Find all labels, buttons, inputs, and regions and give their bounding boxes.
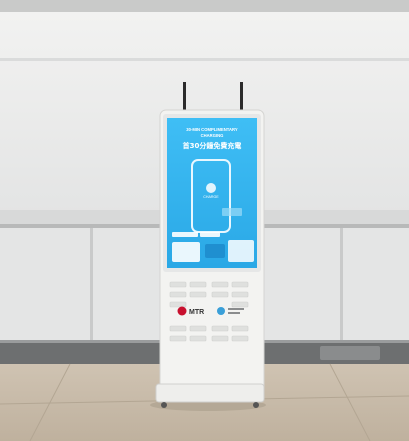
screen-badge xyxy=(205,244,225,258)
mtr-logo-icon xyxy=(177,306,187,316)
screen-info-box xyxy=(222,208,242,216)
headline-en-2: CHARGING xyxy=(201,133,224,138)
mtr-brand: MTR xyxy=(189,309,204,316)
headline-zh: 首30分鐘免費充電 xyxy=(183,141,242,150)
panel-divider xyxy=(90,228,93,346)
screen-info-panel xyxy=(228,240,254,262)
antenna-left xyxy=(183,82,186,112)
partner-logo-text xyxy=(228,308,244,310)
screen-info-pill xyxy=(200,232,220,237)
screen-info-pill xyxy=(172,232,198,237)
partner-logo-text xyxy=(228,312,240,314)
caster-wheel xyxy=(161,402,167,408)
caster-wheel xyxy=(253,402,259,408)
charge-icon xyxy=(206,183,216,193)
photo-scene: 30-MIN COMPLIMENTARY CHARGING 首30分鐘免費充電 … xyxy=(0,0,409,441)
headline-en-1: 30-MIN COMPLIMENTARY xyxy=(186,127,238,132)
base-sign xyxy=(320,346,380,360)
qr-code-panel xyxy=(172,242,200,262)
partner-logo-icon xyxy=(217,307,225,315)
panel-divider xyxy=(340,228,343,346)
antenna-right xyxy=(240,82,243,112)
phone-label: CHARGE xyxy=(203,195,219,199)
photo-svg: 30-MIN COMPLIMENTARY CHARGING 首30分鐘免費充電 … xyxy=(0,0,409,441)
wall-seam xyxy=(0,58,409,61)
ceiling-band xyxy=(0,0,409,12)
kiosk-base xyxy=(155,383,265,403)
